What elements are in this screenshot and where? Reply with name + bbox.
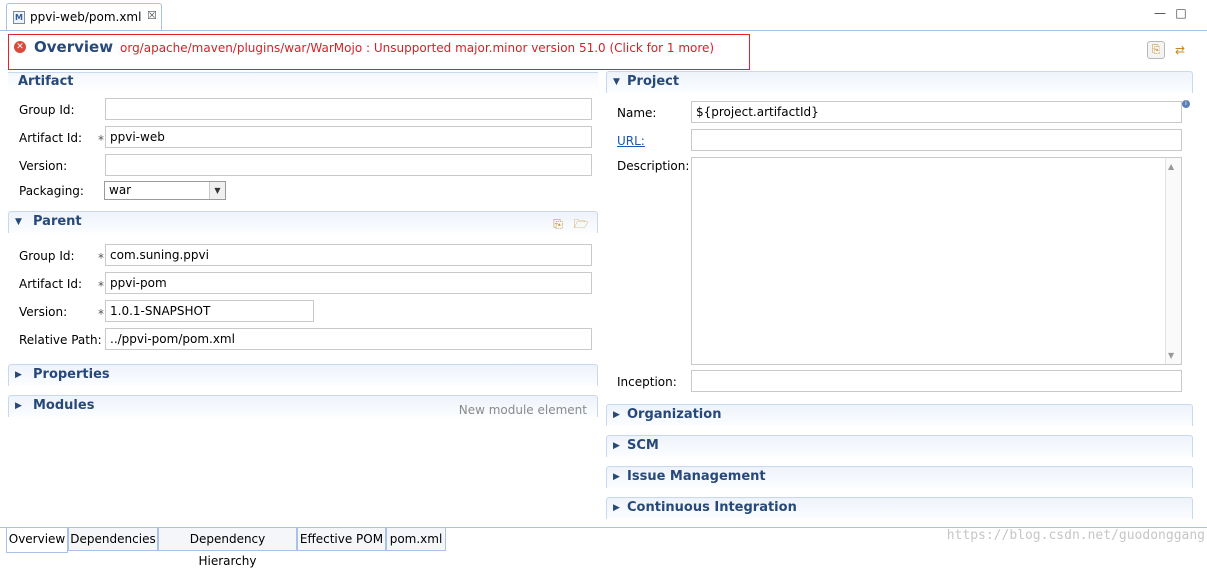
artifact-section-title: Artifact [18, 74, 74, 89]
project-section-header[interactable]: ▼ Project [606, 71, 1193, 93]
error-icon: ✕ [14, 41, 26, 53]
artifact-version-label: Version: [19, 159, 68, 173]
scm-section-header[interactable]: ▶ SCM [606, 435, 1193, 457]
chevron-down-icon[interactable]: ▼ [613, 77, 620, 87]
packaging-select[interactable]: war ▼ [104, 181, 226, 200]
scroll-down-icon[interactable]: ▼ [1168, 351, 1174, 360]
relative-path-field[interactable]: ../ppvi-pom/pom.xml [105, 328, 592, 350]
folder-icon[interactable]: 🗁 [573, 216, 589, 232]
modules-section-title: Modules [33, 398, 95, 413]
parent-section-header[interactable]: ▼ Parent [8, 211, 598, 233]
project-description-label: Description: [617, 159, 690, 173]
required-marker: * [98, 279, 104, 293]
artifact-section-header: Artifact [8, 72, 598, 92]
tab-dependency-hierarchy[interactable]: Dependency Hierarchy [158, 528, 297, 568]
packaging-label: Packaging: [19, 184, 84, 198]
continuous-integration-section-title: Continuous Integration [627, 500, 797, 515]
chevron-right-icon[interactable]: ▶ [15, 401, 22, 411]
chevron-down-icon[interactable]: ▼ [209, 182, 225, 199]
chevron-right-icon[interactable]: ▶ [613, 441, 620, 451]
parent-artifact-id-label: Artifact Id: [19, 277, 83, 291]
tab-effective-pom[interactable]: Effective POM [297, 528, 386, 551]
properties-section-header[interactable]: ▶ Properties [8, 364, 598, 386]
project-url-link[interactable]: URL: [617, 134, 645, 148]
project-section-title: Project [627, 74, 680, 89]
open-parent-icon[interactable]: ⎘ [550, 216, 566, 232]
project-name-label: Name: [617, 106, 657, 120]
required-marker: * [98, 307, 104, 321]
required-marker: * [98, 133, 104, 147]
parent-section-title: Parent [33, 214, 82, 229]
close-icon[interactable]: ☒ [147, 9, 157, 22]
tab-dependencies[interactable]: Dependencies [68, 528, 158, 551]
packaging-value: war [109, 183, 132, 197]
maven-file-icon: M [13, 11, 25, 24]
artifact-version-field[interactable] [105, 154, 592, 176]
parent-group-id-field[interactable]: com.suning.ppvi [105, 244, 592, 266]
maximize-icon[interactable]: □ [1174, 6, 1188, 20]
scroll-up-icon[interactable]: ▲ [1168, 162, 1174, 171]
minimize-icon[interactable]: — [1153, 6, 1167, 20]
tab-overview[interactable]: Overview [6, 528, 68, 553]
project-url-field[interactable] [691, 129, 1182, 151]
open-pom-icon[interactable]: ⎘ [1147, 41, 1165, 59]
parent-version-label: Version: [19, 305, 68, 319]
chevron-right-icon[interactable]: ▶ [613, 503, 620, 513]
project-inception-field[interactable] [691, 370, 1182, 392]
parent-group-id-label: Group Id: [19, 249, 75, 263]
continuous-integration-section-header[interactable]: ▶ Continuous Integration [606, 497, 1193, 519]
properties-section-title: Properties [33, 367, 110, 382]
artifact-id-label: Artifact Id: [19, 131, 83, 145]
project-inception-label: Inception: [617, 375, 677, 389]
chevron-right-icon[interactable]: ▶ [613, 472, 620, 482]
scm-section-title: SCM [627, 438, 659, 453]
error-message[interactable]: org/apache/maven/plugins/war/WarMojo : U… [120, 41, 714, 55]
info-icon: i [1182, 100, 1190, 108]
chevron-right-icon[interactable]: ▶ [15, 370, 22, 380]
artifact-id-field[interactable]: ppvi-web [105, 126, 592, 148]
project-name-field[interactable]: ${project.artifactId} [691, 101, 1182, 123]
parent-artifact-id-field[interactable]: ppvi-pom [105, 272, 592, 294]
organization-section-header[interactable]: ▶ Organization [606, 404, 1193, 426]
description-scrollbar[interactable]: ▲ ▼ [1165, 158, 1181, 364]
parent-version-field[interactable]: 1.0.1-SNAPSHOT [105, 300, 314, 322]
chevron-down-icon[interactable]: ▼ [15, 217, 22, 227]
relative-path-label: Relative Path: [19, 333, 102, 347]
chevron-right-icon[interactable]: ▶ [613, 410, 620, 420]
modules-hint: New module element [458, 403, 587, 417]
required-marker: * [98, 251, 104, 265]
editor-tab-bar: M ppvi-web/pom.xml ☒ — □ [0, 0, 1207, 31]
watermark: https://blog.csdn.net/guodonggang [946, 528, 1205, 543]
project-description-area[interactable] [691, 157, 1182, 365]
tab-pom-xml[interactable]: pom.xml [386, 528, 446, 551]
issue-management-section-header[interactable]: ▶ Issue Management [606, 466, 1193, 488]
refresh-icon[interactable]: ⇄ [1172, 42, 1188, 58]
editor-tab[interactable]: M ppvi-web/pom.xml ☒ [6, 3, 162, 30]
issue-management-section-title: Issue Management [627, 469, 766, 484]
organization-section-title: Organization [627, 407, 722, 422]
page-title: Overview [34, 38, 114, 56]
editor-tab-title: ppvi-web/pom.xml [30, 10, 142, 24]
artifact-group-id-label: Group Id: [19, 103, 75, 117]
modules-section-header[interactable]: ▶ Modules New module element [8, 395, 598, 417]
artifact-group-id-field[interactable] [105, 98, 592, 120]
